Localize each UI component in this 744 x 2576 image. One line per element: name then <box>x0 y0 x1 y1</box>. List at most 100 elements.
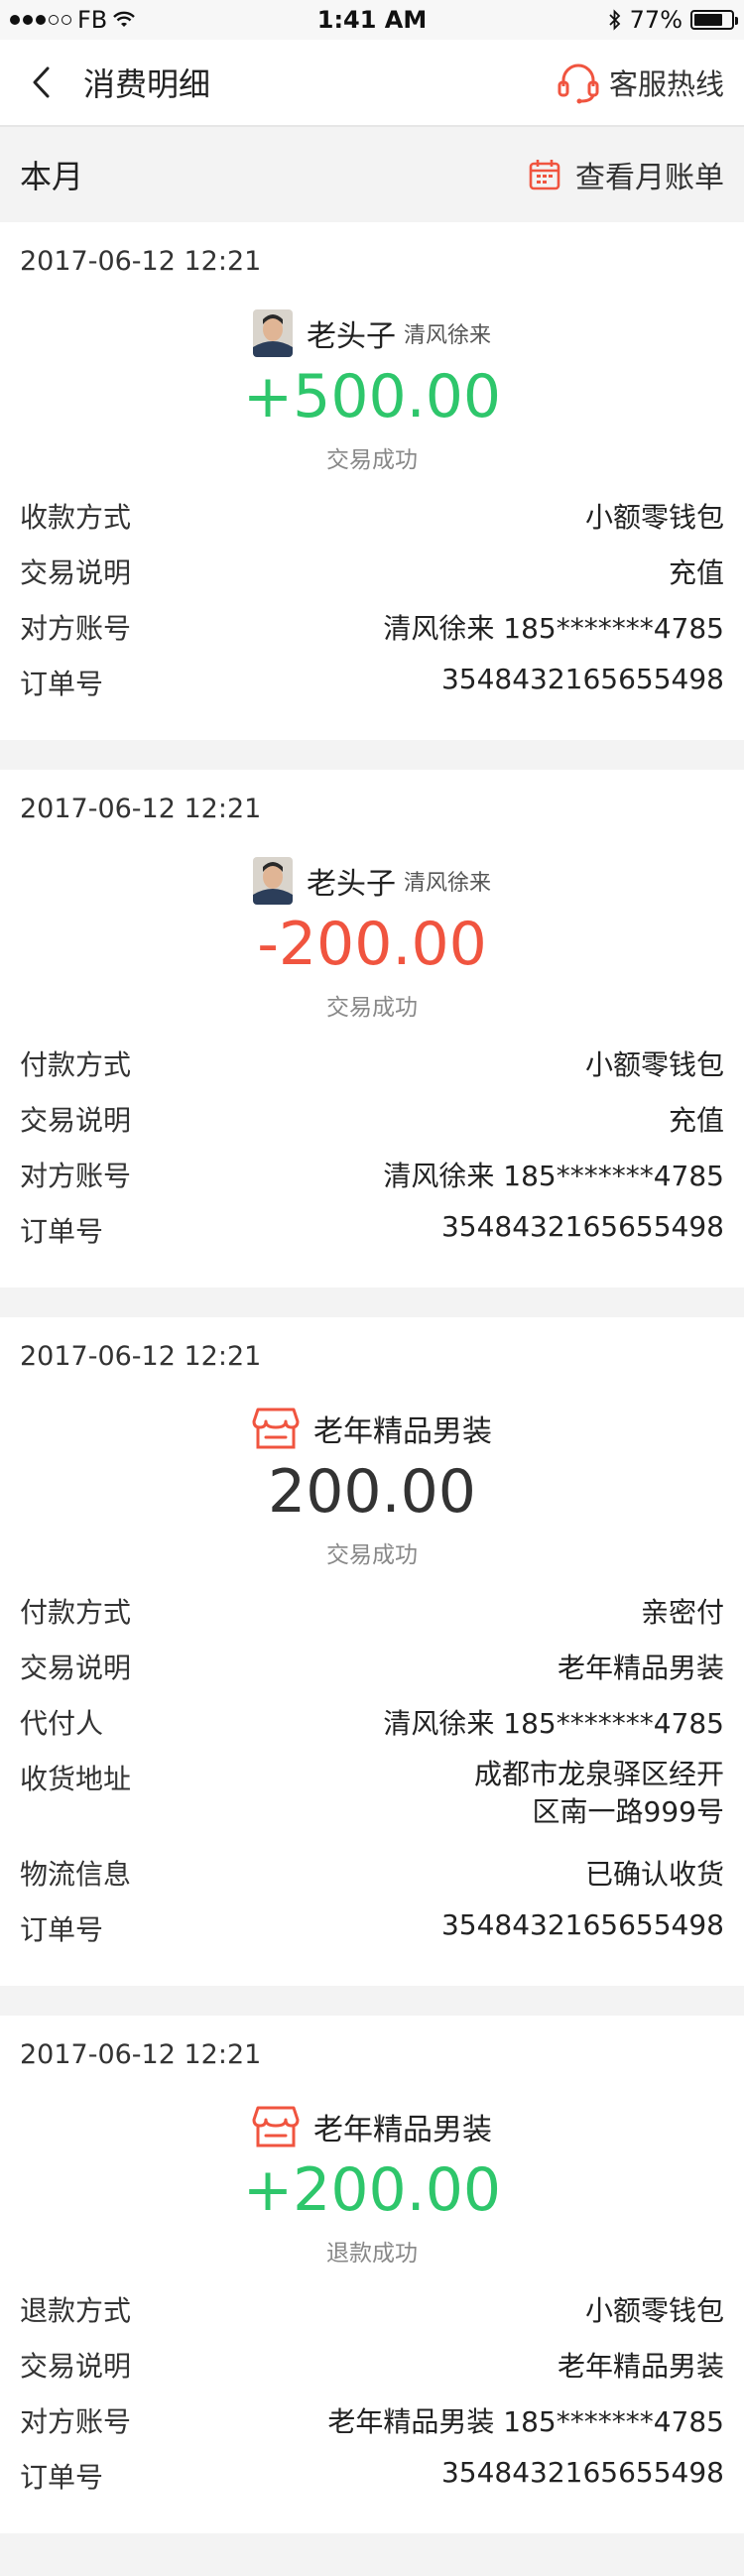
detail-row: 交易说明 老年精品男装 <box>20 2345 724 2400</box>
counterparty-name: 老头子 <box>306 319 396 354</box>
status-left: FB <box>10 6 136 34</box>
detail-label: 收货地址 <box>20 1763 132 1795</box>
bluetooth-icon <box>609 9 620 31</box>
detail-label: 对方账号 <box>20 612 132 645</box>
hotline-label: 客服热线 <box>608 67 724 101</box>
status-right: 77% <box>608 6 738 34</box>
detail-value: 充值 <box>668 556 724 589</box>
detail-value: 老年精品男装 185*******4785 <box>327 2405 724 2438</box>
detail-value: 3548432165655498 <box>440 663 724 695</box>
detail-row: 交易说明 老年精品男装 <box>20 1647 724 1702</box>
transaction-amount: +500.00 <box>242 362 502 431</box>
transaction-details: 付款方式 亲密付 交易说明 老年精品男装 代付人 清风徐来 185*******478… <box>20 1591 724 1986</box>
detail-label: 对方账号 <box>20 1160 132 1192</box>
detail-label: 交易说明 <box>20 556 132 589</box>
detail-value: 3548432165655498 <box>440 1210 724 1243</box>
detail-row: 订单号 3548432165655498 <box>20 2456 724 2512</box>
month-label: 本月 <box>20 158 84 195</box>
counterparty: 老头子 清风徐来 <box>20 855 724 907</box>
battery-icon <box>690 10 738 30</box>
shipping-address: 成都市龙泉驿区经开 区南一路999号 <box>474 1756 724 1831</box>
detail-value: 亲密付 <box>640 1596 724 1629</box>
counterparty-name: 老年精品男装 <box>313 2113 492 2147</box>
detail-label: 对方账号 <box>20 2405 132 2438</box>
transaction-details: 退款方式 小额零钱包 交易说明 老年精品男装 对方账号 老年精品男装 185*****… <box>20 2289 724 2533</box>
detail-row: 退款方式 小额零钱包 <box>20 2289 724 2345</box>
transaction-status: 交易成功 <box>326 447 418 473</box>
transaction-card[interactable]: 2017-06-12 12:21 老年精品男装 200.00 交易成功 付款方式… <box>0 1317 744 1986</box>
detail-label: 订单号 <box>20 668 104 700</box>
month-header: 本月 查看月账单 <box>0 127 744 222</box>
clock: 1:41 AM <box>316 6 428 34</box>
detail-row: 对方账号 清风徐来 185*******4785 <box>20 1155 724 1210</box>
detail-row: 订单号 3548432165655498 <box>20 1908 724 1964</box>
detail-value: 小额零钱包 <box>584 2294 724 2327</box>
counterparty: 老年精品男装 <box>20 2101 724 2152</box>
counterparty: 老年精品男装 <box>20 1403 724 1454</box>
avatar <box>252 857 293 905</box>
detail-row: 对方账号 老年精品男装 185*******4785 <box>20 2400 724 2456</box>
avatar <box>252 309 293 357</box>
battery-fill <box>694 14 722 26</box>
counterparty: 老头子 清风徐来 <box>20 307 724 359</box>
transaction-datetime: 2017-06-12 12:21 <box>20 246 262 277</box>
detail-row: 物流信息 已确认收货 <box>20 1853 724 1908</box>
transaction-card[interactable]: 2017-06-12 12:21 老头子 清风徐来 +500.00 交易成功 收… <box>0 222 744 740</box>
view-monthly-bill-button[interactable]: 查看月账单 <box>528 153 724 196</box>
counterparty-name: 老年精品男装 <box>313 1414 492 1449</box>
page-title: 消费明细 <box>83 65 211 103</box>
detail-row: 付款方式 小额零钱包 <box>20 1043 724 1099</box>
transaction-status: 交易成功 <box>326 995 418 1021</box>
detail-value: 已确认收货 <box>584 1858 724 1891</box>
transaction-datetime: 2017-06-12 12:21 <box>20 794 262 824</box>
back-button[interactable] <box>20 61 63 104</box>
detail-value: 小额零钱包 <box>584 501 724 534</box>
calendar-icon <box>529 160 560 190</box>
detail-value: 小额零钱包 <box>584 1048 724 1081</box>
status-bar: FB 1:41 AM 77% <box>0 0 744 40</box>
detail-label: 付款方式 <box>20 1048 132 1081</box>
detail-value: 3548432165655498 <box>440 1908 724 1941</box>
address-line: 成都市龙泉驿区经开 <box>473 1758 724 1790</box>
detail-label: 交易说明 <box>20 1104 132 1137</box>
detail-label: 退款方式 <box>20 2294 132 2327</box>
detail-row: 订单号 3548432165655498 <box>20 663 724 718</box>
customer-service-hotline-button[interactable]: 客服热线 <box>556 61 724 104</box>
detail-value: 老年精品男装 <box>557 1652 724 1684</box>
transaction-details: 付款方式 小额零钱包 交易说明 充值 对方账号 清风徐来 185*******4785… <box>20 1043 724 1288</box>
detail-row: 对方账号 清风徐来 185*******4785 <box>20 607 724 663</box>
detail-value: 清风徐来 185*******4785 <box>383 612 724 645</box>
transaction-amount: 200.00 <box>268 1457 476 1527</box>
detail-row: 收货地址 成都市龙泉驿区经开 区南一路999号 <box>20 1758 724 1853</box>
detail-row: 交易说明 充值 <box>20 552 724 607</box>
detail-label: 交易说明 <box>20 1652 132 1684</box>
counterparty-nickname: 清风徐来 <box>403 871 491 896</box>
store-icon <box>252 1408 300 1449</box>
detail-row: 收款方式 小额零钱包 <box>20 496 724 552</box>
carrier-label: FB <box>77 6 108 34</box>
detail-label: 订单号 <box>20 2461 104 2494</box>
nav-bar: 消费明细 客服热线 <box>0 40 744 127</box>
detail-label: 交易说明 <box>20 2350 132 2383</box>
detail-row: 付款方式 亲密付 <box>20 1591 724 1647</box>
address-line: 区南一路999号 <box>532 1795 724 1828</box>
detail-label: 收款方式 <box>20 501 132 534</box>
transaction-status: 退款成功 <box>326 2241 418 2267</box>
detail-label: 订单号 <box>20 1913 104 1946</box>
battery-percent: 77% <box>629 6 682 34</box>
detail-label: 付款方式 <box>20 1596 132 1629</box>
signal-strength-icon <box>10 15 71 25</box>
store-icon <box>252 2106 300 2147</box>
detail-label: 订单号 <box>20 1215 104 1248</box>
transaction-amount: -200.00 <box>257 910 487 979</box>
transaction-datetime: 2017-06-12 12:21 <box>20 1341 262 1372</box>
detail-row: 交易说明 充值 <box>20 1099 724 1155</box>
detail-value: 清风徐来 185*******4785 <box>383 1707 724 1740</box>
wifi-icon <box>113 11 136 27</box>
transaction-card[interactable]: 2017-06-12 12:21 老年精品男装 +200.00 退款成功 退款方… <box>0 2016 744 2533</box>
chevron-left-icon <box>33 66 50 98</box>
transaction-card[interactable]: 2017-06-12 12:21 老头子 清风徐来 -200.00 交易成功 付… <box>0 770 744 1288</box>
detail-value: 老年精品男装 <box>557 2350 724 2383</box>
counterparty-name: 老头子 <box>306 867 396 902</box>
detail-value: 清风徐来 185*******4785 <box>383 1160 724 1192</box>
